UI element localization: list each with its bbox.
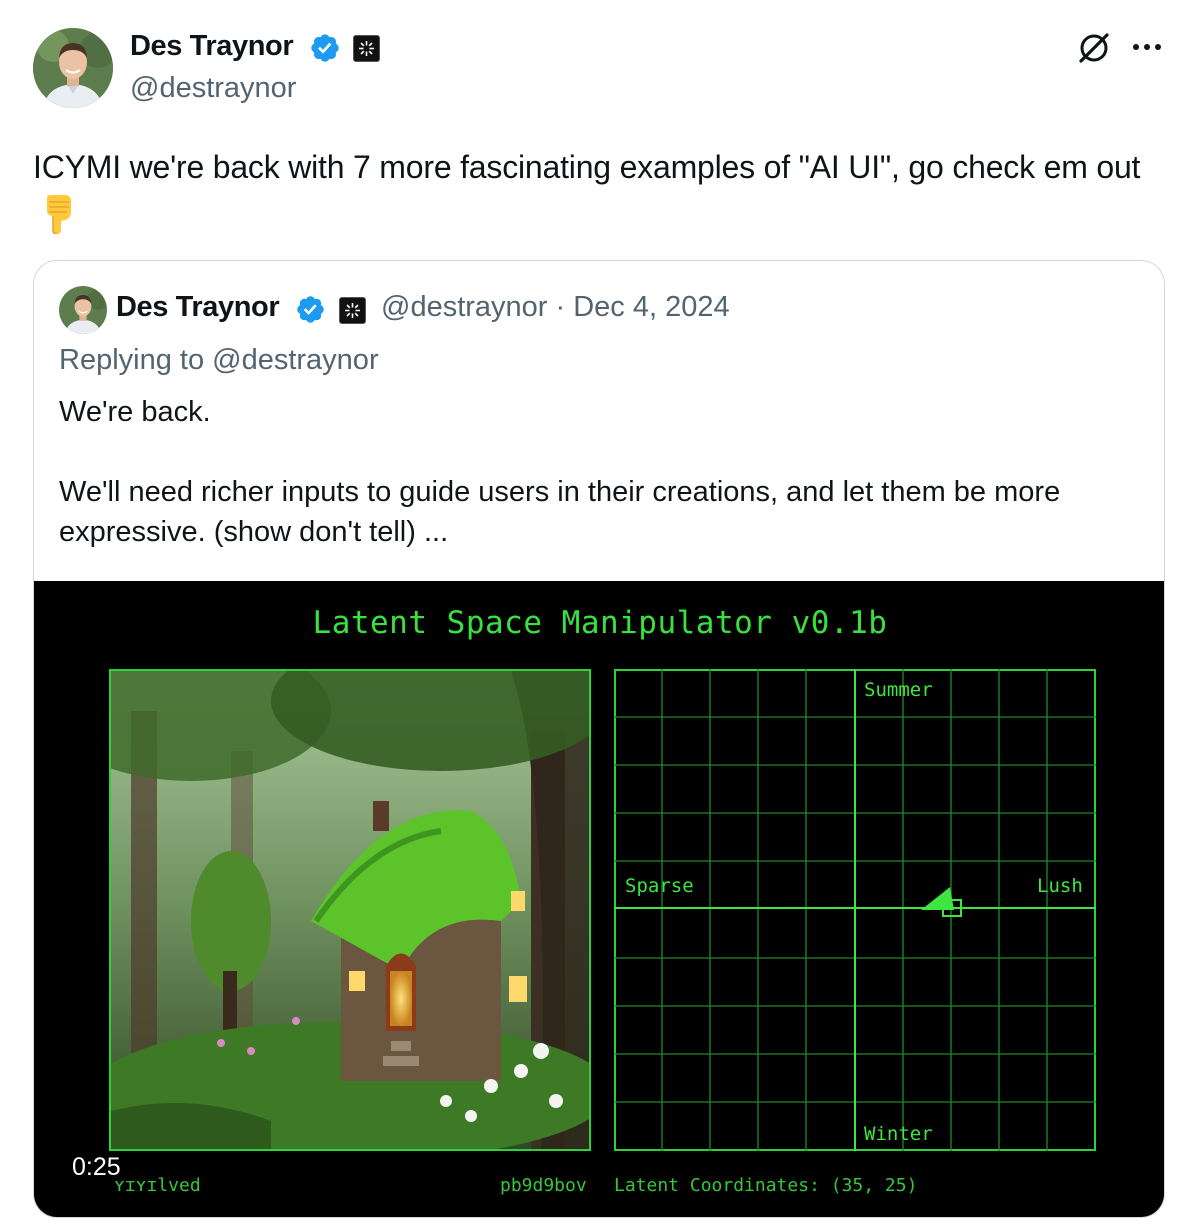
more-options-icon[interactable] <box>1130 32 1164 62</box>
author-avatar[interactable] <box>33 28 113 108</box>
latent-space-grid[interactable] <box>614 669 1096 1151</box>
status-mid: pb9d9bov <box>500 1175 587 1196</box>
author-name[interactable]: Des Traynor <box>130 30 294 63</box>
quoted-verified-badge-icon <box>297 296 324 323</box>
axis-label-top: Summer <box>864 679 933 701</box>
quoted-handle-and-date[interactable]: @destraynor · Dec 4, 2024 <box>381 291 730 324</box>
tweet-header: Des Traynor @destraynor <box>33 28 1163 112</box>
axis-label-right: Lush <box>1037 875 1083 897</box>
pointing-down-emoji <box>39 194 75 247</box>
grok-icon[interactable] <box>1074 28 1114 68</box>
tweet-text-content: ICYMI we're back with 7 more fascinating… <box>33 149 1141 185</box>
quoted-affiliation-badge-icon[interactable] <box>339 297 366 324</box>
quoted-author-name[interactable]: Des Traynor <box>116 291 280 324</box>
axis-label-bottom: Winter <box>864 1123 933 1145</box>
author-handle[interactable]: @destraynor <box>130 72 296 105</box>
affiliation-badge-icon[interactable] <box>353 35 380 62</box>
app-title: Latent Space Manipulator v0.1b <box>312 605 888 641</box>
verified-badge-icon <box>311 34 339 62</box>
video-duration: 0:25 <box>72 1153 121 1181</box>
quoted-tweet[interactable]: Des Traynor @destraynor · Dec 4, 2024 Re… <box>33 260 1165 1218</box>
video-player[interactable]: Latent Space Manipulator v0.1b Summer Wi… <box>34 581 1164 1217</box>
tweet-text: ICYMI we're back with 7 more fascinating… <box>33 143 1153 247</box>
replying-to: Replying to @destraynor <box>59 344 379 376</box>
latent-coordinates: Latent Coordinates: (35, 25) <box>614 1175 918 1196</box>
status-left: ʏɪʏɪlved <box>114 1175 201 1196</box>
axis-label-left: Sparse <box>625 875 694 897</box>
quoted-author-avatar[interactable] <box>59 286 107 334</box>
quoted-tweet-text: We're back. We'll need richer inputs to … <box>59 396 1061 548</box>
generated-forest-cottage-image <box>109 669 591 1151</box>
